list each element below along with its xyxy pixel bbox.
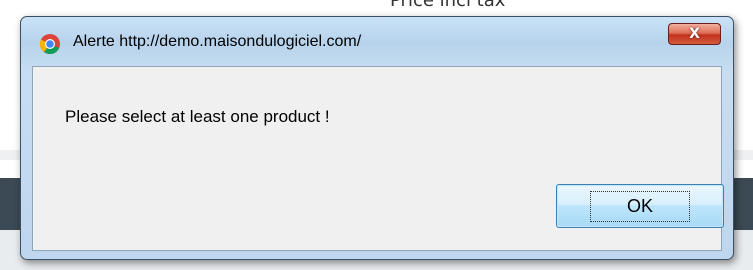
- close-button[interactable]: X: [668, 23, 721, 45]
- dialog-client-area: Please select at least one product ! OK: [32, 66, 724, 251]
- close-icon: X: [689, 26, 700, 42]
- alert-dialog: Alerte http://demo.maisondulogiciel.com/…: [20, 16, 734, 260]
- ok-button[interactable]: OK: [556, 184, 724, 228]
- ok-button-label: OK: [589, 190, 690, 222]
- background-page-text: Price incl tax: [390, 0, 506, 11]
- alert-message: Please select at least one product !: [65, 107, 330, 126]
- dialog-title: Alerte http://demo.maisondulogiciel.com/: [73, 33, 362, 50]
- dialog-titlebar[interactable]: Alerte http://demo.maisondulogiciel.com/…: [21, 17, 733, 67]
- chrome-icon: [39, 34, 60, 55]
